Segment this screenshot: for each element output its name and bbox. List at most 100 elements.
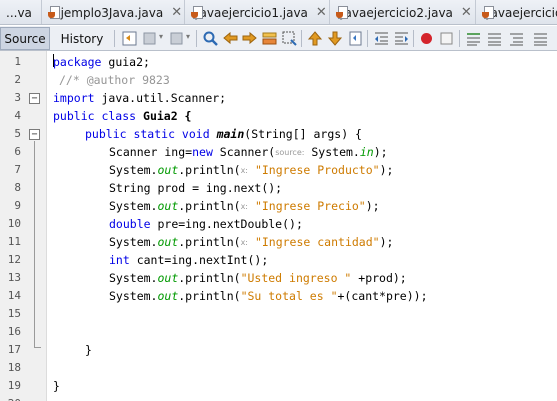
tab-label: Javaejercicio [487, 5, 557, 20]
code-line-1: package guia2; [53, 53, 150, 71]
code-text: guia2; [101, 55, 150, 69]
code-text: .println( [178, 199, 241, 213]
forward-dropdown-icon[interactable]: ▾ [186, 32, 190, 41]
static-field: out [157, 199, 179, 213]
close-tab-icon[interactable]: ✕ [171, 5, 182, 20]
string-literal: "Su total es " [240, 289, 338, 303]
forward-icon[interactable] [168, 30, 185, 47]
static-field: out [157, 289, 179, 303]
toolbar-separator [367, 30, 368, 47]
code-text: String prod = ing.next(); [109, 181, 283, 195]
next-bookmark-icon[interactable] [327, 30, 344, 47]
comment-icon[interactable] [486, 30, 503, 47]
check-file-icon[interactable] [465, 30, 482, 47]
parameter-hint: x: [240, 238, 248, 247]
tab-label: Javaejercicio1.java [196, 5, 308, 20]
fold-toggle-imports-icon[interactable]: − [29, 93, 40, 104]
keyword: public static void [85, 127, 210, 141]
toggle-highlight-icon[interactable] [281, 30, 298, 47]
code-text: System. [109, 271, 158, 285]
stop-macro-recording-icon[interactable] [438, 30, 455, 47]
code-line-8: String prod = ing.next(); [109, 179, 282, 197]
code-line-10: double pre=ing.nextDouble(); [109, 215, 303, 233]
line-number: 12 [7, 253, 21, 266]
toolbar-separator [459, 30, 460, 47]
code-text: System. [109, 289, 158, 303]
code-text-area[interactable]: package guia2; //* @author 9823 import j… [53, 51, 557, 401]
static-field: out [157, 163, 179, 177]
source-view-button[interactable]: Source [0, 27, 50, 50]
toggle-bookmark-icon[interactable] [347, 30, 364, 47]
line-number: 4 [14, 109, 21, 122]
editor-tab-ejemplo3[interactable]: Ejemplo3Java.java ✕ [42, 0, 185, 24]
code-line-2: //* @author 9823 [59, 71, 170, 89]
code-line-12: int cant=ing.nextInt(); [109, 251, 268, 269]
line-number: 20 [0, 395, 21, 401]
static-field: in [359, 145, 374, 159]
line-number: 1 [14, 55, 21, 68]
close-tab-icon[interactable]: ✕ [461, 5, 472, 20]
closing-brace: } [53, 379, 60, 393]
code-line-4: public class Guia2 { [53, 107, 191, 125]
line-number: 3 [14, 91, 21, 104]
start-macro-recording-icon[interactable] [418, 30, 435, 47]
tab-label: ...va [6, 5, 32, 20]
static-field: out [157, 235, 179, 249]
code-text: System. [304, 145, 360, 159]
back-icon[interactable] [141, 30, 158, 47]
keyword: package [53, 55, 102, 69]
uncomment-icon[interactable] [508, 30, 525, 47]
code-line-3: import java.util.Scanner; [53, 89, 226, 107]
code-editor[interactable]: 1 2 3 4 5 6 7 8 9 10 11 12 13 14 15 16 1… [0, 51, 557, 401]
code-text: ); [365, 199, 380, 213]
editor-tab-javaejercicio1[interactable]: Javaejercicio1.java ✕ [185, 0, 330, 24]
fold-guide-line [34, 141, 35, 347]
code-text: .println( [178, 163, 241, 177]
code-text: System. [109, 235, 158, 249]
toolbar-separator [114, 30, 115, 47]
editor-tab-overflow[interactable]: ...va [0, 0, 42, 24]
find-next-icon[interactable] [241, 30, 258, 47]
history-view-button[interactable]: History [56, 27, 108, 50]
closing-brace: } [85, 343, 92, 357]
back-dropdown-icon[interactable]: ▾ [159, 32, 163, 41]
line-number: 10 [7, 217, 21, 230]
tab-label: Javaejercicio2.java [341, 5, 453, 20]
line-number: 2 [14, 73, 21, 86]
code-text: Scanner( [212, 145, 276, 159]
code-line-9: System.out.println(x: "Ingrese Precio"); [109, 197, 380, 215]
code-text: ); [379, 235, 394, 249]
keyword: new [192, 145, 213, 159]
code-text: +(cant*pre)); [337, 289, 428, 303]
editor-tab-javaejercicio-truncated[interactable]: Javaejercicio [476, 0, 557, 24]
code-text: +prod); [351, 271, 407, 285]
code-text: java.util.Scanner; [94, 91, 227, 105]
editor-toolbar: Source History ▾ ▾ [0, 26, 557, 51]
toolbar-separator [301, 30, 302, 47]
code-text: System. [109, 199, 158, 213]
find-icon[interactable] [202, 30, 219, 47]
code-text: (String[] args) { [244, 127, 362, 141]
editor-options-icon[interactable] [532, 30, 549, 47]
tab-label: Ejemplo3Java.java [53, 5, 164, 20]
fold-guide-end [34, 347, 41, 348]
line-number: 19 [7, 379, 21, 392]
find-selection-icon[interactable] [261, 30, 278, 47]
line-number: 13 [7, 271, 21, 284]
static-field: out [157, 271, 179, 285]
close-tab-icon[interactable]: ✕ [316, 5, 327, 20]
find-previous-icon[interactable] [222, 30, 239, 47]
last-edit-icon[interactable] [121, 30, 138, 47]
code-text: .println( [178, 235, 241, 249]
fold-toggle-main-icon[interactable]: − [29, 129, 40, 140]
shift-left-icon[interactable] [373, 30, 390, 47]
class-name: Guia2 { [136, 109, 192, 123]
code-line-5: public static void main(String[] args) { [85, 125, 362, 143]
line-number-gutter: 1 2 3 4 5 6 7 8 9 10 11 12 13 14 15 16 1… [0, 51, 47, 401]
shift-right-icon[interactable] [393, 30, 410, 47]
method-name: main [216, 127, 245, 141]
previous-bookmark-icon[interactable] [307, 30, 324, 47]
keyword: public class [53, 109, 137, 123]
editor-tab-javaejercicio2[interactable]: Javaejercicio2.java ✕ [330, 0, 476, 24]
code-text: System. [109, 163, 158, 177]
